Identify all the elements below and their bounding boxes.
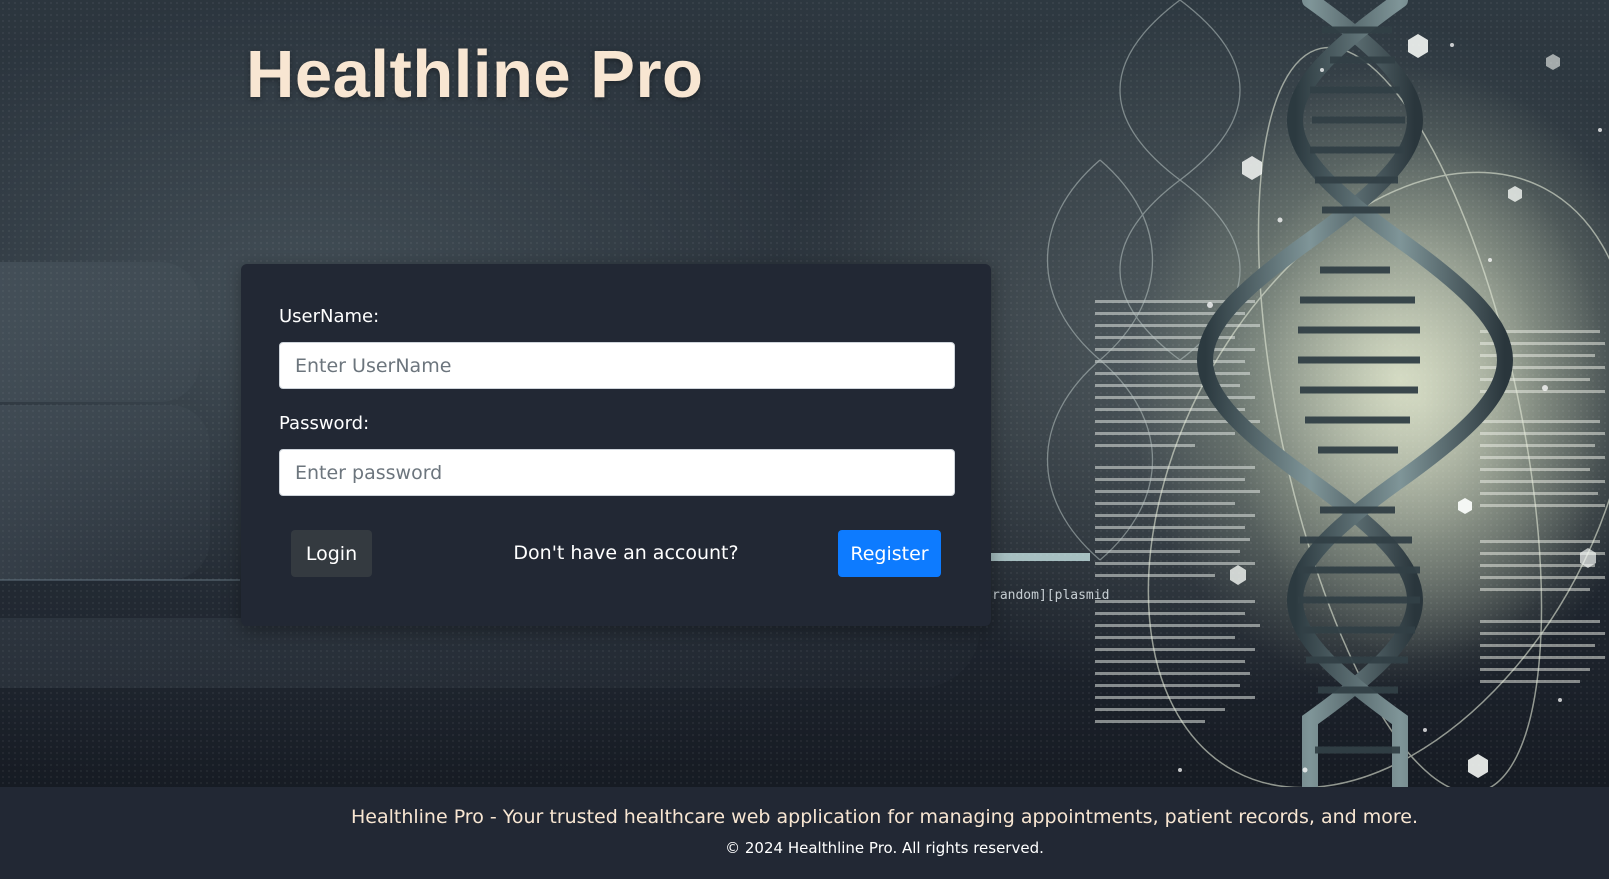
- username-input[interactable]: [279, 342, 955, 389]
- hero-background: random][plasmid Healthline Pro UserName:…: [0, 0, 1609, 787]
- code-snippet: random][plasmid: [992, 588, 1109, 603]
- thin-helix-background: [1047, 0, 1241, 561]
- footer: Healthline Pro - Your trusted healthcare…: [0, 787, 1609, 879]
- register-button[interactable]: Register: [838, 530, 941, 577]
- password-input[interactable]: [279, 449, 955, 496]
- login-button[interactable]: Login: [291, 530, 372, 577]
- login-form: UserName: Password: Login Don't have an …: [241, 264, 991, 626]
- app-title: Healthline Pro: [246, 37, 704, 112]
- page: random][plasmid Healthline Pro UserName:…: [0, 0, 1609, 879]
- password-label: Password:: [279, 413, 370, 434]
- scan-line: [990, 553, 1090, 561]
- footer-tagline: Healthline Pro - Your trusted healthcare…: [350, 806, 1419, 828]
- username-label: UserName:: [279, 306, 380, 327]
- footer-copyright: © 2024 Healthline Pro. All rights reserv…: [725, 839, 1044, 857]
- no-account-text: Don't have an account?: [513, 542, 739, 564]
